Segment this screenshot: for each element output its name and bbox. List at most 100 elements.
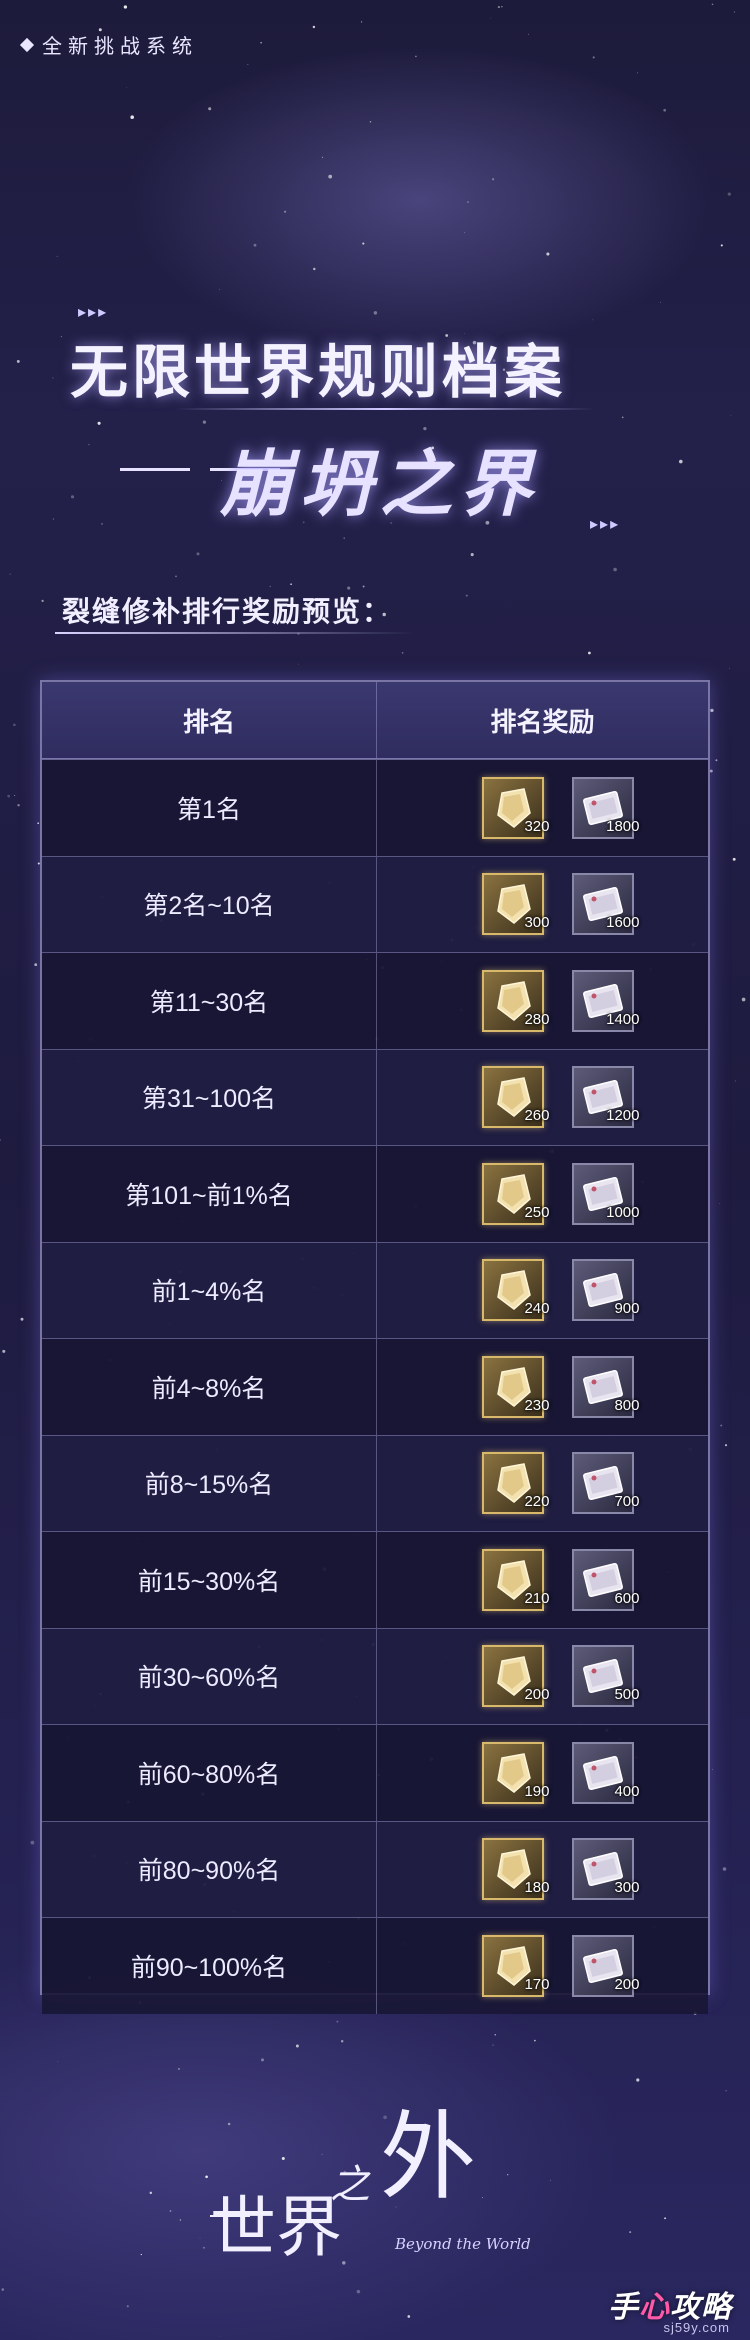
star-dot [269,585,271,588]
star-dot [52,377,54,379]
star-dot [30,1840,35,1845]
page-subtitle: 崩坍之界 [220,441,541,526]
star-dot [588,651,591,655]
star-dot [14,794,16,797]
star-dot [196,552,200,556]
gold-crystal-icon[interactable]: 320 [481,776,550,839]
silver-quantity: 600 [614,1589,640,1607]
table-row: 前15~30%名 210 600 [42,1531,708,1628]
star-dot [464,232,466,234]
star-dot [727,192,731,196]
silver-ticket-icon[interactable]: 600 [571,1548,640,1611]
ranking-reward-table: 排名 排名奖励 第1名 320 1800 第2名~10名 300 1600 第11~30名 2… [40,680,710,2014]
star-dot [312,25,316,29]
silver-ticket-icon[interactable]: 1400 [571,969,640,1032]
gold-crystal-icon[interactable]: 230 [481,1355,550,1418]
star-dot [711,3,714,6]
star-dot [16,359,20,363]
silver-quantity: 800 [614,1396,640,1414]
gold-crystal-icon[interactable]: 280 [481,969,550,1032]
logo-text-3: 外 [380,2101,476,2213]
header-tag-text: 全新挑战系统 [42,36,198,58]
star-dot [253,243,257,247]
reward-cell: 210 600 [376,1531,708,1628]
star-dot [220,2336,222,2338]
star-dot [725,2090,727,2092]
reward-cell: 220 700 [376,1434,708,1532]
rank-cell: 前90~100%名 [42,1917,377,2014]
table-header-row: 排名 排名奖励 [42,682,708,760]
star-dot [0,1138,2,1142]
silver-quantity: 1800 [606,817,640,835]
star-dot [126,87,127,88]
star-dot [199,2237,201,2239]
diamond-icon [19,37,35,52]
gold-crystal-icon[interactable]: 180 [481,1838,550,1901]
silver-ticket-icon[interactable]: 800 [571,1355,640,1418]
silver-quantity: 1200 [606,1107,640,1125]
star-dot [664,2217,667,2220]
star-dot [621,416,624,419]
star-dot [730,415,732,417]
star-dot [720,244,723,247]
rank-cell: 前15~30%名 [42,1531,377,1628]
gold-crystal-icon[interactable]: 240 [481,1259,550,1322]
title-dash-decoration [120,468,190,471]
star-dot [613,567,617,572]
rank-cell: 前60~80%名 [42,1724,377,1821]
gold-crystal-icon[interactable]: 200 [481,1645,550,1708]
star-dot [140,2253,142,2256]
gold-crystal-icon[interactable]: 170 [481,1934,550,1997]
star-dot [149,2191,153,2195]
silver-quantity: 500 [614,1686,640,1704]
star-dot [202,2246,205,2249]
star-dot [501,6,503,8]
star-dot [362,242,365,245]
silver-quantity: 400 [614,1782,640,1800]
gold-crystal-icon[interactable]: 260 [481,1066,550,1129]
star-dot [735,1080,737,1082]
silver-ticket-icon[interactable]: 1200 [571,1066,640,1129]
star-dot [7,794,11,798]
star-dot [715,759,718,762]
star-dot [17,803,20,807]
gold-quantity: 300 [524,914,550,932]
gold-crystal-icon[interactable]: 210 [481,1548,550,1611]
column-header-reward: 排名奖励 [376,682,708,760]
silver-ticket-icon[interactable]: 400 [571,1741,640,1804]
star-dot [490,17,492,19]
star-dot [492,2044,494,2046]
gold-crystal-icon[interactable]: 190 [481,1741,550,1804]
star-dot [70,495,75,499]
gold-quantity: 190 [524,1782,550,1800]
star-dot [247,64,249,65]
silver-ticket-icon[interactable]: 1600 [571,873,640,936]
silver-ticket-icon[interactable]: 200 [571,1934,640,1997]
silver-ticket-icon[interactable]: 300 [571,1838,640,1901]
gold-crystal-icon[interactable]: 220 [481,1452,550,1515]
star-dot [549,2179,551,2181]
gold-crystal-icon[interactable]: 300 [481,873,550,936]
section-heading: 裂缝修补排行奖励预览： [62,596,393,627]
silver-ticket-icon[interactable]: 900 [571,1259,640,1322]
table-row: 第1名 320 1800 [42,758,708,856]
star-dot [660,301,662,303]
table-row: 第101~前1%名 250 1000 [42,1145,708,1242]
silver-ticket-icon[interactable]: 1800 [571,776,640,839]
star-dot [41,599,44,602]
star-dot [219,288,221,290]
rank-cell: 第11~30名 [42,952,377,1049]
gold-crystal-icon[interactable]: 250 [481,1162,550,1225]
silver-ticket-icon[interactable]: 500 [571,1645,640,1708]
silver-ticket-icon[interactable]: 1000 [571,1162,640,1225]
star-dot [401,652,404,654]
gold-quantity: 200 [524,1686,550,1704]
star-dot [126,2305,129,2308]
star-dot [733,11,735,13]
star-dot [34,963,38,967]
star-dot [261,2058,264,2062]
star-dot [37,822,40,825]
rank-cell: 前80~90%名 [42,1820,377,1918]
star-dot [732,857,736,861]
silver-ticket-icon[interactable]: 700 [571,1452,640,1515]
